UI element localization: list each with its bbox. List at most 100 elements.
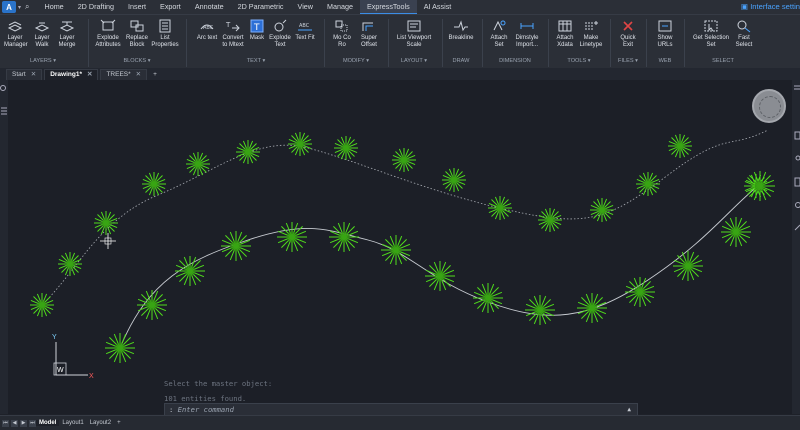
- tab-trees[interactable]: TREES*✕: [100, 69, 147, 80]
- show-urls-button[interactable]: Show URLs: [652, 19, 678, 49]
- interface-settings-link[interactable]: ▣ Interface settin: [741, 0, 800, 14]
- menu-item-expresstools[interactable]: ExpressTools: [360, 0, 417, 14]
- command-history-line: Select the master object:: [164, 376, 272, 391]
- menu-item-ai-assist[interactable]: AI Assist: [417, 0, 459, 14]
- tree-symbol[interactable]: [577, 293, 607, 323]
- tree-symbol[interactable]: [636, 172, 660, 196]
- tool-label: Make Linetype: [580, 35, 603, 48]
- get-selection-set-button[interactable]: Get Selection Set: [690, 19, 732, 49]
- tree-symbol[interactable]: [668, 134, 692, 158]
- breakline-button[interactable]: Breakline: [446, 19, 476, 42]
- replace-block-button[interactable]: Replace Block: [124, 19, 150, 49]
- prev-layout-icon[interactable]: ◀: [11, 420, 18, 427]
- tree-symbol[interactable]: [329, 222, 359, 252]
- layout-tab-layout2[interactable]: Layout2: [87, 420, 114, 426]
- tree-symbol[interactable]: [488, 196, 512, 220]
- model-space[interactable]: Y W X: [8, 80, 792, 414]
- explode-attributes-button[interactable]: Explode Attributes: [94, 19, 122, 49]
- tree-symbol[interactable]: [277, 222, 307, 252]
- tool-label: Mo Co Ro: [333, 35, 351, 48]
- quick-exit-button[interactable]: Quick Exit: [616, 19, 640, 49]
- layer-merge-button[interactable]: Layer Merge: [56, 19, 78, 49]
- tree-symbol[interactable]: [473, 283, 503, 313]
- dimstyle-import-button[interactable]: Dimstyle Import...: [512, 19, 542, 49]
- arc-text-button[interactable]: ABC Arc text: [194, 19, 220, 42]
- close-icon[interactable]: ✕: [87, 71, 92, 78]
- layer-manager-icon: [7, 19, 23, 33]
- close-icon[interactable]: ✕: [31, 71, 36, 78]
- group-label-files: FILES ▾: [616, 58, 640, 64]
- tree-symbol[interactable]: [442, 168, 466, 192]
- first-layout-icon[interactable]: ⏮: [2, 420, 9, 427]
- next-layout-icon[interactable]: ▶: [20, 420, 27, 427]
- list-properties-button[interactable]: List Properties: [150, 19, 180, 49]
- mask-icon: T: [249, 19, 265, 33]
- menu-item-manage[interactable]: Manage: [320, 0, 360, 14]
- interface-settings-label: Interface settin: [750, 2, 800, 11]
- close-icon[interactable]: ✕: [136, 71, 141, 78]
- last-layout-icon[interactable]: ⏭: [29, 420, 36, 427]
- tree-symbol[interactable]: [525, 295, 555, 325]
- new-tab-icon[interactable]: +: [153, 70, 157, 80]
- attach-set-button[interactable]: Attach Set: [488, 19, 510, 49]
- tree-symbol[interactable]: [334, 136, 358, 160]
- navigation-wheel[interactable]: [752, 89, 786, 123]
- left-tool-icons: [0, 80, 8, 120]
- tree-symbol[interactable]: [137, 290, 167, 320]
- text-fit-button[interactable]: ABC Text Fit: [292, 19, 318, 42]
- attach-xdata-button[interactable]: Attach Xdata: [554, 19, 576, 49]
- menu-item-2d-parametric[interactable]: 2D Parametric: [231, 0, 291, 14]
- group-label-layout: LAYOUT ▾: [394, 58, 434, 64]
- super-offset-button[interactable]: Super Offset: [356, 19, 382, 49]
- group-label-text: DIMENSION: [499, 58, 531, 64]
- tree-symbol[interactable]: [30, 293, 54, 317]
- menu-item-home[interactable]: Home: [38, 0, 71, 14]
- tree-symbol[interactable]: [673, 251, 703, 281]
- fast-select-button[interactable]: Fast Select: [732, 19, 756, 49]
- layer-manager-button[interactable]: Layer Manager: [4, 19, 26, 49]
- tree-symbol[interactable]: [58, 252, 82, 276]
- search-icon[interactable]: ⌕: [25, 2, 29, 12]
- tree-symbol[interactable]: [625, 277, 655, 307]
- menu-item-annotate[interactable]: Annotate: [188, 0, 231, 14]
- menu-item-export[interactable]: Export: [153, 0, 188, 14]
- menu-item-view[interactable]: View: [291, 0, 320, 14]
- tab-label: Drawing1*: [50, 71, 82, 78]
- add-layout-icon[interactable]: +: [114, 420, 124, 426]
- convert-to-mtext-button[interactable]: T Convert to Mtext: [220, 19, 246, 49]
- drawing-canvas[interactable]: Y W X: [8, 80, 792, 414]
- tree-symbol[interactable]: [392, 148, 416, 172]
- menu-item-insert[interactable]: Insert: [121, 0, 153, 14]
- tool-label: Breakline: [448, 35, 473, 41]
- tree-symbol[interactable]: [538, 208, 562, 232]
- mo-co-ro-button[interactable]: Mo Co Ro: [330, 19, 354, 49]
- tree-symbol[interactable]: [236, 140, 260, 164]
- tab-start[interactable]: Start✕: [6, 69, 42, 80]
- chevron-down-icon[interactable]: ▾: [18, 4, 21, 11]
- mask-button[interactable]: T Mask: [246, 19, 268, 42]
- tree-symbol[interactable]: [745, 171, 775, 201]
- tree-symbol[interactable]: [221, 231, 251, 261]
- tree-symbol[interactable]: [288, 132, 312, 156]
- make-linetype-button[interactable]: Make Linetype: [578, 19, 604, 49]
- tree-symbol[interactable]: [590, 198, 614, 222]
- tree-symbol[interactable]: [381, 235, 411, 265]
- layer-walk-button[interactable]: Layer Walk: [32, 19, 52, 49]
- tree-symbol[interactable]: [425, 261, 455, 291]
- tree-symbol[interactable]: [105, 333, 135, 363]
- tab-drawing1[interactable]: Drawing1* ✕: [44, 69, 98, 80]
- tree-symbol[interactable]: [94, 211, 118, 235]
- app-logo[interactable]: A: [2, 1, 16, 13]
- explode-text-button[interactable]: Explode Text: [268, 19, 292, 49]
- layout-tab-model[interactable]: Model: [36, 420, 59, 426]
- tool-label: Explode Text: [269, 35, 291, 48]
- layout-tab-layout1[interactable]: Layout1: [59, 420, 86, 426]
- tree-symbol[interactable]: [175, 256, 205, 286]
- list-viewport-scale-button[interactable]: List Viewport Scale: [394, 19, 434, 49]
- tool-label: Replace Block: [126, 35, 148, 48]
- tree-symbol[interactable]: [721, 217, 751, 247]
- tool-label: Layer Merge: [58, 35, 75, 48]
- tree-symbol[interactable]: [142, 172, 166, 196]
- tree-symbol[interactable]: [186, 152, 210, 176]
- menu-item-2d-drafting[interactable]: 2D Drafting: [71, 0, 121, 14]
